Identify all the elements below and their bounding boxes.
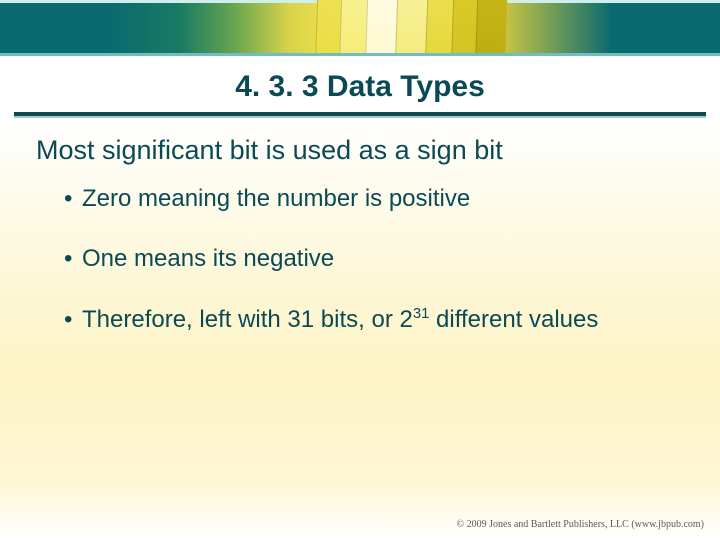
bullet-text: Zero meaning the number is positive — [82, 185, 470, 212]
balloon-graphic — [314, 0, 511, 56]
title-rule — [14, 112, 706, 118]
slide: 4. 3. 3 Data Types Most significant bit … — [0, 0, 720, 540]
header-banner — [0, 0, 720, 56]
bullet-prefix: Therefore, left with 31 bits, or 2 — [82, 306, 413, 333]
copyright-footer: © 2009 Jones and Bartlett Publishers, LL… — [457, 519, 704, 530]
lead-text: Most significant bit is used as a sign b… — [36, 134, 700, 168]
bullet-superscript: 31 — [413, 306, 430, 322]
bullet-text: One means its negative — [82, 245, 334, 272]
bullet-suffix: different values — [429, 306, 598, 333]
bullet-item: Zero meaning the number is positive — [82, 184, 700, 215]
bullet-item: One means its negative — [82, 244, 700, 275]
bullet-item: Therefore, left with 31 bits, or 231 dif… — [82, 305, 700, 336]
slide-body: Most significant bit is used as a sign b… — [0, 118, 720, 336]
slide-title: 4. 3. 3 Data Types — [0, 56, 720, 112]
bullet-list: Zero meaning the number is positive One … — [48, 184, 700, 336]
banner-bottom-edge — [0, 53, 720, 56]
